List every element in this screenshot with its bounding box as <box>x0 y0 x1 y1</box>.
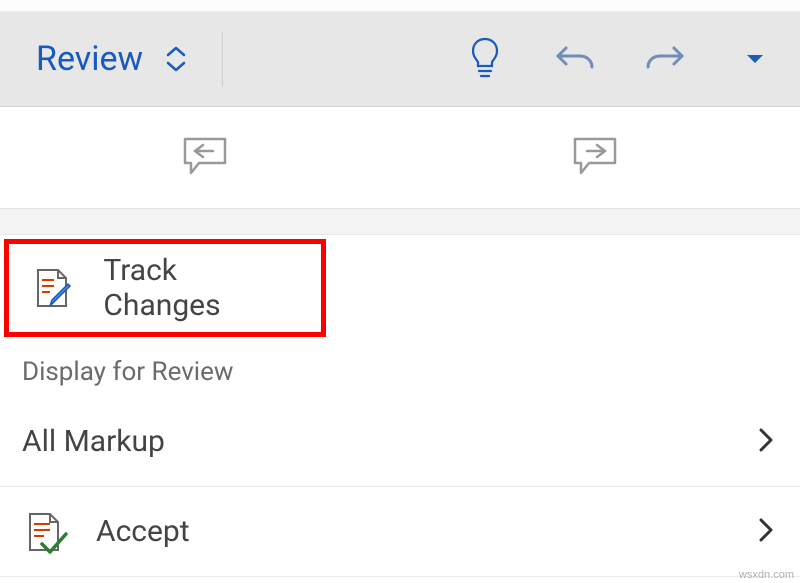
dropdown-button[interactable] <box>710 12 800 106</box>
toolbar: Review <box>0 12 800 107</box>
lightbulb-icon <box>468 35 502 83</box>
accept-label: Accept <box>96 514 190 549</box>
watermark: wsxdn.com <box>739 569 794 581</box>
previous-comment-button[interactable] <box>0 107 400 208</box>
document-sliver <box>0 0 800 12</box>
undo-icon <box>554 39 596 79</box>
comment-next-icon <box>571 133 629 183</box>
track-changes-label: Track Changes <box>103 253 295 323</box>
redo-button[interactable] <box>620 12 710 106</box>
redo-icon <box>644 39 686 79</box>
comment-navigation <box>0 107 800 209</box>
display-for-review-label: Display for Review <box>0 341 800 397</box>
caret-down-icon <box>745 50 765 69</box>
chevron-right-icon <box>758 427 774 457</box>
track-changes-icon <box>31 266 77 310</box>
tab-selector-review[interactable]: Review <box>0 12 217 106</box>
undo-button[interactable] <box>530 12 620 106</box>
accept-icon <box>22 510 70 554</box>
chevron-up-down-icon <box>165 45 187 73</box>
comment-previous-icon <box>171 133 229 183</box>
all-markup-item[interactable]: All Markup <box>0 397 800 487</box>
section-spacer <box>0 209 800 235</box>
next-comment-button[interactable] <box>400 107 800 208</box>
track-changes-item[interactable]: Track Changes <box>4 239 326 337</box>
chevron-right-icon <box>758 517 774 547</box>
toolbar-actions <box>440 12 800 106</box>
tab-label: Review <box>36 39 143 79</box>
all-markup-label: All Markup <box>22 424 165 459</box>
accept-item[interactable]: Accept <box>0 487 800 577</box>
toolbar-divider <box>222 32 223 87</box>
lightbulb-button[interactable] <box>440 12 530 106</box>
